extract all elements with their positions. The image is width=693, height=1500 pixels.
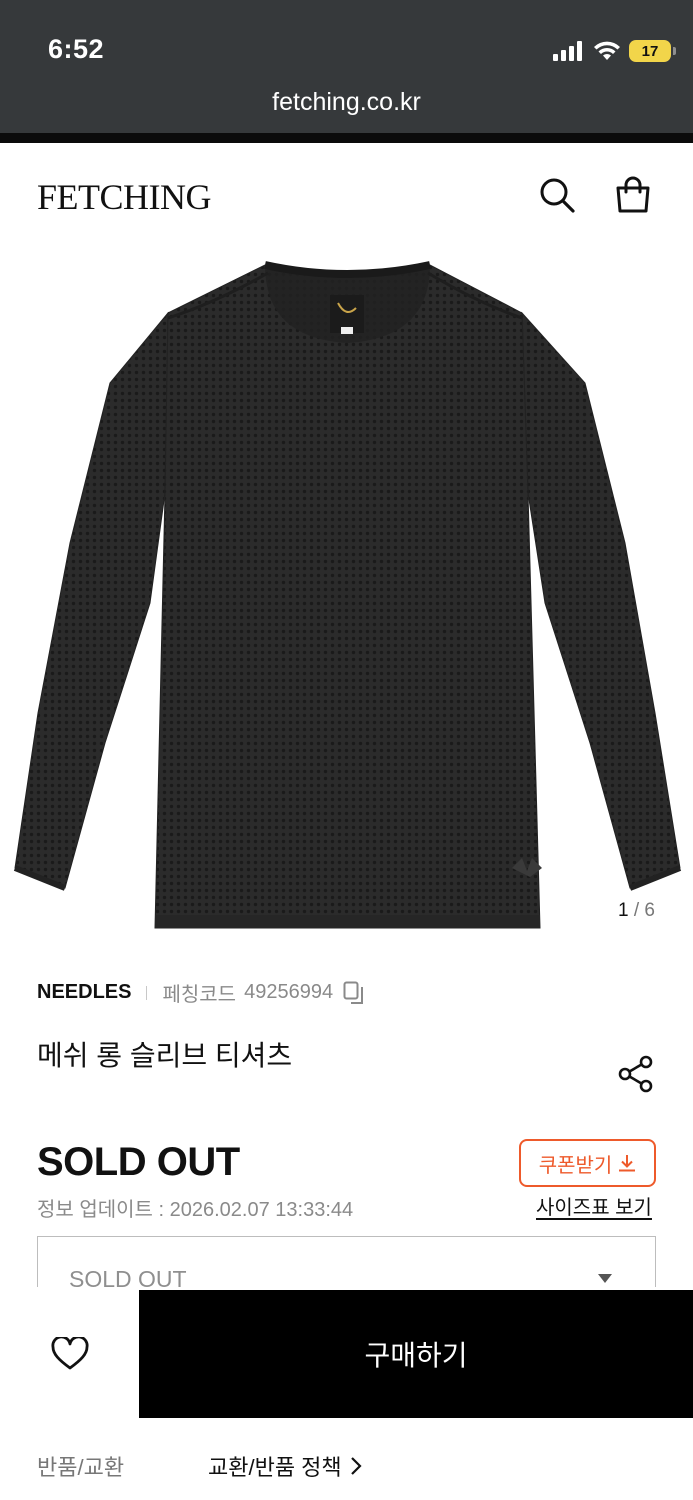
chevron-right-icon [350, 1457, 362, 1475]
status-time: 6:52 [48, 34, 105, 64]
status-icons: 17 [553, 38, 676, 64]
chrome-divider [0, 133, 693, 143]
signal-icon [553, 41, 582, 61]
address-bar[interactable]: fetching.co.kr [0, 88, 693, 117]
divider [146, 985, 148, 1000]
coupon-button[interactable]: 쿠폰받기 [519, 1139, 656, 1187]
copy-icon [343, 981, 364, 1004]
update-timestamp: 정보 업데이트 : 2026.02.07 13:33:44 [37, 1199, 354, 1221]
status-bar: 6:52 17 fetching.co.kr [0, 0, 693, 133]
share-icon [618, 1055, 653, 1093]
cart-button[interactable] [612, 174, 654, 216]
share-button[interactable] [614, 1052, 658, 1096]
mesh-shirt-image [13, 261, 682, 929]
product-image[interactable] [0, 243, 693, 948]
brand-row: NEEDLES 페칭코드 49256994 [37, 978, 365, 1007]
copy-button[interactable] [343, 981, 365, 1005]
brand-name[interactable]: NEEDLES [37, 981, 131, 1004]
policy-label: 반품/교환 [37, 1455, 125, 1480]
search-icon [540, 178, 575, 213]
battery-icon: 17 [629, 40, 676, 62]
download-icon [619, 1155, 636, 1172]
chevron-down-icon [598, 1274, 612, 1283]
site-logo[interactable]: FETCHING [37, 176, 212, 218]
shopping-bag-icon [616, 176, 650, 213]
product-name: 메쉬 롱 슬리브 티셔츠 [37, 1040, 293, 1071]
buy-button[interactable]: 구매하기 [139, 1290, 693, 1418]
policy-link[interactable]: 교환/반품 정책 [208, 1450, 362, 1482]
search-button[interactable] [536, 174, 578, 216]
price-status: SOLD OUT [37, 1140, 240, 1184]
coupon-label: 쿠폰받기 [538, 1154, 613, 1177]
wishlist-button[interactable] [48, 1334, 92, 1374]
product-code-label: 페칭코드 [162, 984, 237, 1006]
image-counter: 1 / 6 [618, 900, 655, 921]
product-code: 49256994 [244, 981, 334, 1003]
heart-icon [51, 1337, 89, 1370]
wifi-icon [594, 41, 620, 60]
policy-link-label: 교환/반품 정책 [208, 1455, 342, 1480]
size-chart-link[interactable]: 사이즈표 보기 [536, 1191, 652, 1220]
